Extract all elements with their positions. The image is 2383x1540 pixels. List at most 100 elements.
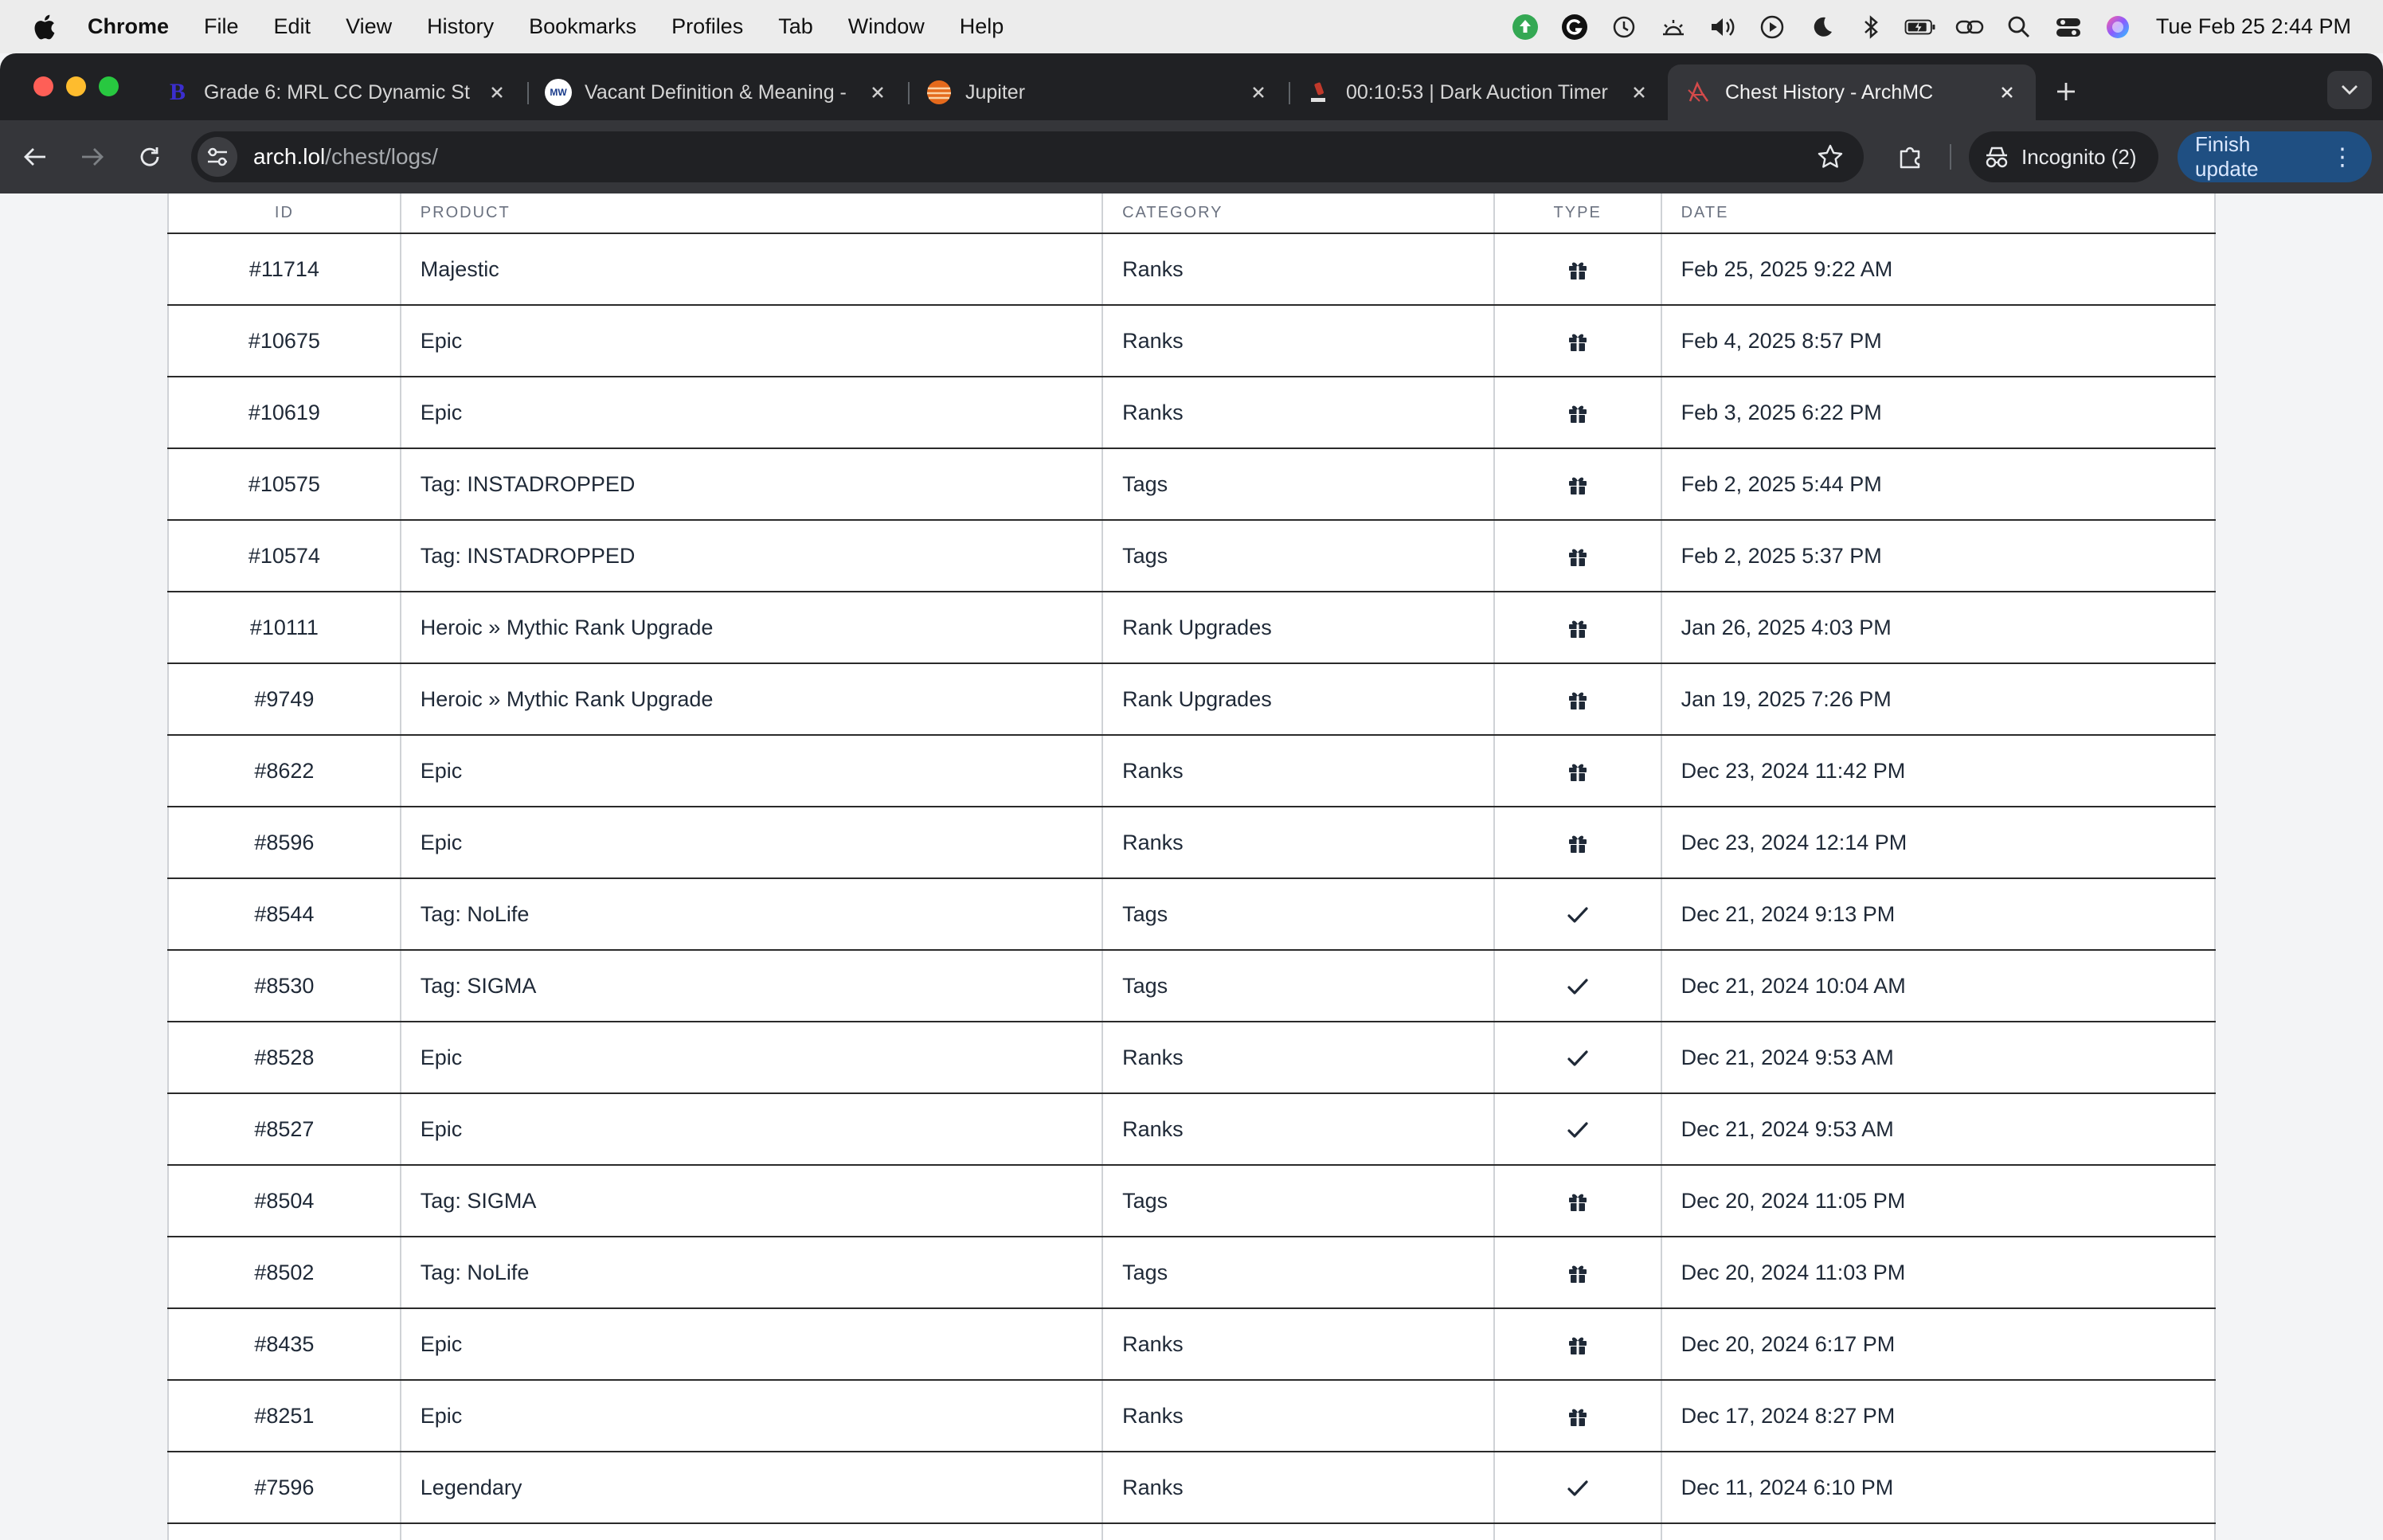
cell-category: Ranks bbox=[1102, 1380, 1495, 1452]
table-header-row: ID PRODUCT CATEGORY TYPE DATE bbox=[167, 193, 2217, 234]
tab-close-icon[interactable] bbox=[1628, 81, 1650, 104]
display-brightness-icon[interactable] bbox=[1657, 11, 1689, 43]
menu-window[interactable]: Window bbox=[848, 14, 925, 39]
bookmark-star-icon[interactable] bbox=[1814, 141, 1846, 173]
chrome-window: B Grade 6: MRL CC Dynamic St MW Vacant D… bbox=[0, 53, 2383, 1540]
table-row: #8502 Tag: NoLife Tags Dec 20, 2024 11:03 P… bbox=[167, 1237, 2217, 1309]
address-bar[interactable]: arch.lol/chest/logs/ bbox=[191, 131, 1864, 182]
menu-view[interactable]: View bbox=[346, 14, 392, 39]
cell-category: Ranks bbox=[1102, 1093, 1495, 1166]
tab-grade-6[interactable]: B Grade 6: MRL CC Dynamic St bbox=[147, 64, 526, 120]
tab-chest-history-active[interactable]: Chest History - ArchMC bbox=[1668, 64, 2036, 120]
cell-category: Tags bbox=[1102, 878, 1495, 951]
menu-bookmarks[interactable]: Bookmarks bbox=[529, 14, 636, 39]
cell-id: #10675 bbox=[167, 305, 401, 377]
more-menu-dots-icon[interactable]: ⋮ bbox=[2330, 143, 2354, 171]
tab-jupiter[interactable]: Jupiter bbox=[908, 64, 1287, 120]
menu-help[interactable]: Help bbox=[960, 14, 1004, 39]
tab-search-chevron-down-icon[interactable] bbox=[2327, 71, 2372, 109]
checkmark-icon bbox=[1567, 979, 1588, 995]
menu-profiles[interactable]: Profiles bbox=[671, 14, 743, 39]
time-machine-icon[interactable] bbox=[1608, 11, 1640, 43]
siri-icon[interactable] bbox=[2102, 11, 2134, 43]
cell-category: Tags bbox=[1102, 950, 1495, 1022]
cell-type bbox=[1493, 520, 1662, 592]
reload-icon[interactable] bbox=[131, 138, 169, 176]
cell-product: Tag: INSTADROPPED bbox=[400, 448, 1104, 521]
table-row: #11714 Majestic Ranks Feb 25, 2025 9:22 AM bbox=[167, 233, 2217, 306]
url-path: /chest/logs/ bbox=[325, 144, 438, 169]
cell-id: #11714 bbox=[167, 233, 401, 306]
cell-type bbox=[1493, 1165, 1662, 1237]
tab-close-icon[interactable] bbox=[486, 81, 508, 104]
back-arrow-icon[interactable] bbox=[16, 138, 54, 176]
incognito-icon bbox=[1986, 147, 2008, 168]
finish-update-button[interactable]: Finish update ⋮ bbox=[2178, 131, 2372, 182]
menu-file[interactable]: File bbox=[204, 14, 239, 39]
volume-icon[interactable] bbox=[1707, 11, 1739, 43]
cell-id: #8504 bbox=[167, 1165, 401, 1237]
site-info-tune-icon[interactable] bbox=[198, 137, 237, 177]
checkmark-icon bbox=[1567, 1050, 1588, 1066]
tab-favicon-b-icon: B bbox=[169, 79, 186, 105]
table-row: #8435 Epic Ranks Dec 20, 2024 6:17 PM bbox=[167, 1308, 2217, 1381]
screen-mirroring-icon[interactable] bbox=[1954, 11, 1986, 43]
gift-icon bbox=[1568, 1266, 1587, 1284]
tab-close-icon[interactable] bbox=[1247, 81, 1270, 104]
cell-id: #10619 bbox=[167, 377, 401, 449]
bluetooth-icon[interactable] bbox=[1855, 11, 1887, 43]
window-minimize-button[interactable] bbox=[66, 76, 86, 96]
cell-category: Ranks bbox=[1102, 735, 1495, 807]
menu-app-chrome[interactable]: Chrome bbox=[88, 14, 169, 39]
table-row: #10675 Epic Ranks Feb 4, 2025 8:57 PM bbox=[167, 305, 2217, 377]
cell-product: Heroic » Mythic Rank Upgrade bbox=[400, 592, 1104, 664]
cell-date: Jan 26, 2025 4:03 PM bbox=[1661, 592, 2217, 664]
spotlight-search-icon[interactable] bbox=[2003, 11, 2035, 43]
cell-date: Dec 20, 2024 11:05 PM bbox=[1661, 1165, 2217, 1237]
cell-date: Dec 23, 2024 12:14 PM bbox=[1661, 807, 2217, 879]
gift-icon bbox=[1568, 764, 1587, 782]
cell-category: Ranks bbox=[1102, 1452, 1495, 1524]
cell-product: Heroic » Mythic Rank Upgrade bbox=[400, 663, 1104, 736]
browser-toolbar: arch.lol/chest/logs/ Incognito (2) Finis… bbox=[0, 120, 2383, 193]
control-center-icon[interactable] bbox=[2052, 11, 2084, 43]
cell-type bbox=[1493, 1237, 1662, 1309]
now-playing-icon[interactable] bbox=[1756, 11, 1788, 43]
apple-logo-icon[interactable] bbox=[32, 13, 56, 41]
forward-arrow-icon[interactable] bbox=[73, 138, 112, 176]
incognito-profile-button[interactable]: Incognito (2) bbox=[1969, 131, 2158, 182]
battery-icon[interactable] bbox=[1904, 11, 1936, 43]
window-close-button[interactable] bbox=[33, 76, 53, 96]
focus-moon-icon[interactable] bbox=[1806, 11, 1837, 43]
cell-id: #8528 bbox=[167, 1022, 401, 1094]
grammarly-icon[interactable] bbox=[1559, 11, 1591, 43]
menu-history[interactable]: History bbox=[427, 14, 494, 39]
tab-title: 00:10:53 | Dark Auction Timer bbox=[1346, 80, 1608, 104]
menu-edit[interactable]: Edit bbox=[274, 14, 311, 39]
cell-type bbox=[1493, 1452, 1662, 1524]
tab-close-icon[interactable] bbox=[867, 81, 889, 104]
menu-bar-status-area: Tue Feb 25 2:44 PM bbox=[1492, 0, 2351, 53]
tab-dark-auction-timer[interactable]: 00:10:53 | Dark Auction Timer bbox=[1289, 64, 1668, 120]
cell-id: #8502 bbox=[167, 1237, 401, 1309]
upload-status-icon[interactable] bbox=[1509, 11, 1541, 43]
cell-date: Dec 20, 2024 11:03 PM bbox=[1661, 1237, 2217, 1309]
new-tab-plus-icon[interactable] bbox=[2050, 76, 2082, 107]
cell-type bbox=[1493, 233, 1662, 306]
cell-id: #7596 bbox=[167, 1452, 401, 1524]
cell-date: Feb 2, 2025 5:37 PM bbox=[1661, 520, 2217, 592]
tab-close-icon[interactable] bbox=[1996, 81, 2018, 104]
cell-category: Tags bbox=[1102, 1165, 1495, 1237]
extensions-puzzle-icon[interactable] bbox=[1891, 138, 1929, 176]
cell-type bbox=[1493, 663, 1662, 736]
tab-vacant-definition[interactable]: MW Vacant Definition & Meaning - bbox=[527, 64, 906, 120]
table-row: #8527 Epic Ranks Dec 21, 2024 9:53 AM bbox=[167, 1093, 2217, 1166]
tab-favicon-mw-icon: MW bbox=[545, 79, 572, 106]
table-row: #10111 Heroic » Mythic Rank Upgrade Rank U… bbox=[167, 592, 2217, 664]
cell-type bbox=[1493, 1523, 1662, 1540]
window-zoom-button[interactable] bbox=[99, 76, 119, 96]
cell-category: Ranks bbox=[1102, 807, 1495, 879]
menu-tab[interactable]: Tab bbox=[778, 14, 813, 39]
cell-id: #8530 bbox=[167, 950, 401, 1022]
menu-bar-clock[interactable]: Tue Feb 25 2:44 PM bbox=[2156, 14, 2351, 39]
